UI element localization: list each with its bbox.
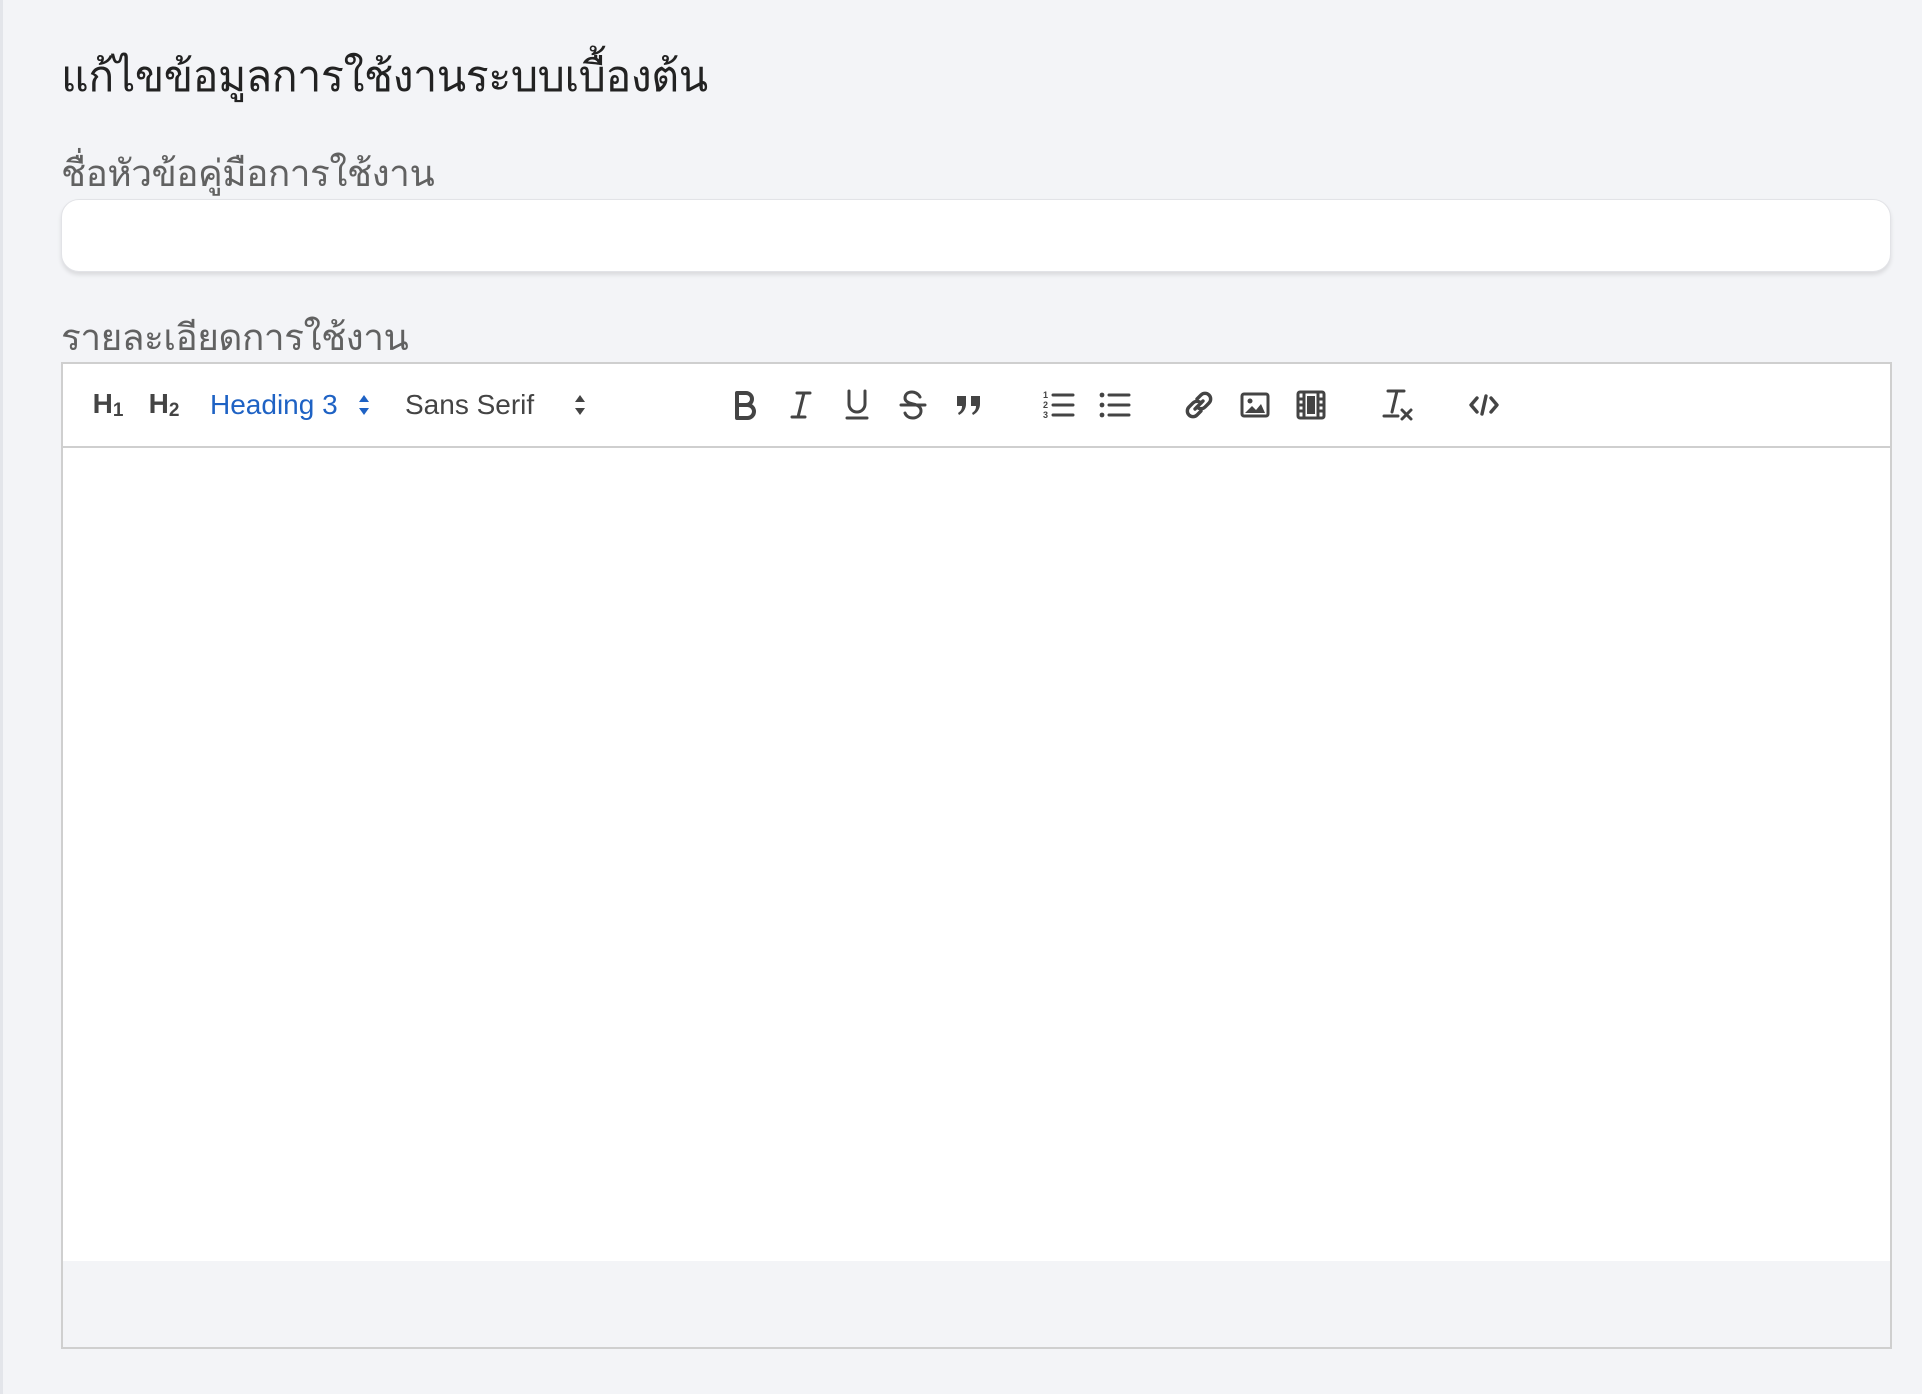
editor-content-area[interactable] xyxy=(63,448,1890,1261)
underline-button[interactable] xyxy=(837,382,877,428)
ordered-list-button[interactable]: 1 2 3 xyxy=(1038,382,1080,428)
heading-picker-arrows-icon xyxy=(357,393,371,417)
code-view-icon xyxy=(1469,394,1499,416)
clear-format-icon xyxy=(1382,389,1413,421)
bold-button[interactable] xyxy=(725,382,765,428)
blockquote-icon xyxy=(957,396,980,415)
clear-format-button[interactable] xyxy=(1377,382,1419,428)
blockquote-button[interactable] xyxy=(949,382,989,428)
heading-picker-label: Heading 3 xyxy=(210,389,338,420)
strikethrough-icon xyxy=(899,390,927,420)
page-title: แก้ไขข้อมูลการใช้งานระบบเบื้องต้น xyxy=(61,52,708,102)
image-button[interactable] xyxy=(1234,382,1276,428)
heading-2-button[interactable]: H2 xyxy=(144,382,184,428)
code-view-button[interactable] xyxy=(1463,382,1505,428)
video-button[interactable] xyxy=(1290,382,1332,428)
ordered-list-icon: 1 2 3 xyxy=(1043,390,1075,420)
svg-text:3: 3 xyxy=(1043,410,1048,420)
editor-toolbar: H1 H2 Heading 3 Sans Serif 1 2 3 xyxy=(63,364,1890,448)
italic-button[interactable] xyxy=(781,382,821,428)
font-picker-arrows-icon xyxy=(573,393,587,417)
heading-1-icon: H1 xyxy=(92,388,124,421)
heading-picker[interactable]: Heading 3 xyxy=(210,382,380,428)
video-icon xyxy=(1296,390,1326,420)
bold-icon xyxy=(735,391,756,420)
svg-text:1: 1 xyxy=(1043,390,1048,400)
heading-1-button[interactable]: H1 xyxy=(88,382,128,428)
rich-text-editor: H1 H2 Heading 3 Sans Serif 1 2 3 xyxy=(61,362,1892,1349)
link-button[interactable] xyxy=(1178,382,1220,428)
bullet-list-icon xyxy=(1099,392,1131,418)
title-field-label: ชื่อหัวข้อคู่มือการใช้งาน xyxy=(61,152,435,195)
svg-text:2: 2 xyxy=(1043,400,1048,410)
detail-field-label: รายละเอียดการใช้งาน xyxy=(61,316,409,359)
title-input[interactable] xyxy=(61,199,1891,272)
font-picker[interactable]: Sans Serif xyxy=(405,382,595,428)
italic-icon xyxy=(790,391,812,419)
font-picker-label: Sans Serif xyxy=(405,389,535,420)
bullet-list-button[interactable] xyxy=(1094,382,1136,428)
underline-icon xyxy=(845,389,869,420)
image-icon xyxy=(1240,392,1270,418)
strikethrough-button[interactable] xyxy=(893,382,933,428)
heading-2-icon: H2 xyxy=(148,388,180,421)
link-icon xyxy=(1185,391,1213,419)
page-left-border xyxy=(0,0,3,1394)
